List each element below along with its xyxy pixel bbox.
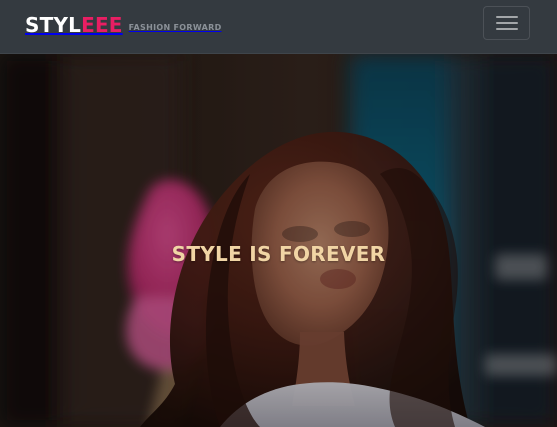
brand-tagline: FASHION FORWARD: [128, 23, 222, 32]
navbar: STYLEEE FASHION FORWARD: [0, 0, 557, 54]
brand-wordmark: STYLEEE: [25, 11, 123, 39]
hero-heading: STYLE IS FOREVER: [171, 242, 386, 267]
brand-logo[interactable]: STYLEEE FASHION FORWARD: [25, 11, 222, 39]
brand-wordmark-primary: STYL: [25, 13, 82, 37]
hero-section: STYLE IS FOREVER: [0, 54, 557, 427]
brand-wordmark-accent: EEE: [81, 13, 123, 37]
menu-toggle-button[interactable]: [483, 6, 530, 40]
app: STYLEEE FASHION FORWARD STYLE IS FOREVER: [0, 0, 557, 427]
hamburger-icon: [495, 15, 518, 31]
